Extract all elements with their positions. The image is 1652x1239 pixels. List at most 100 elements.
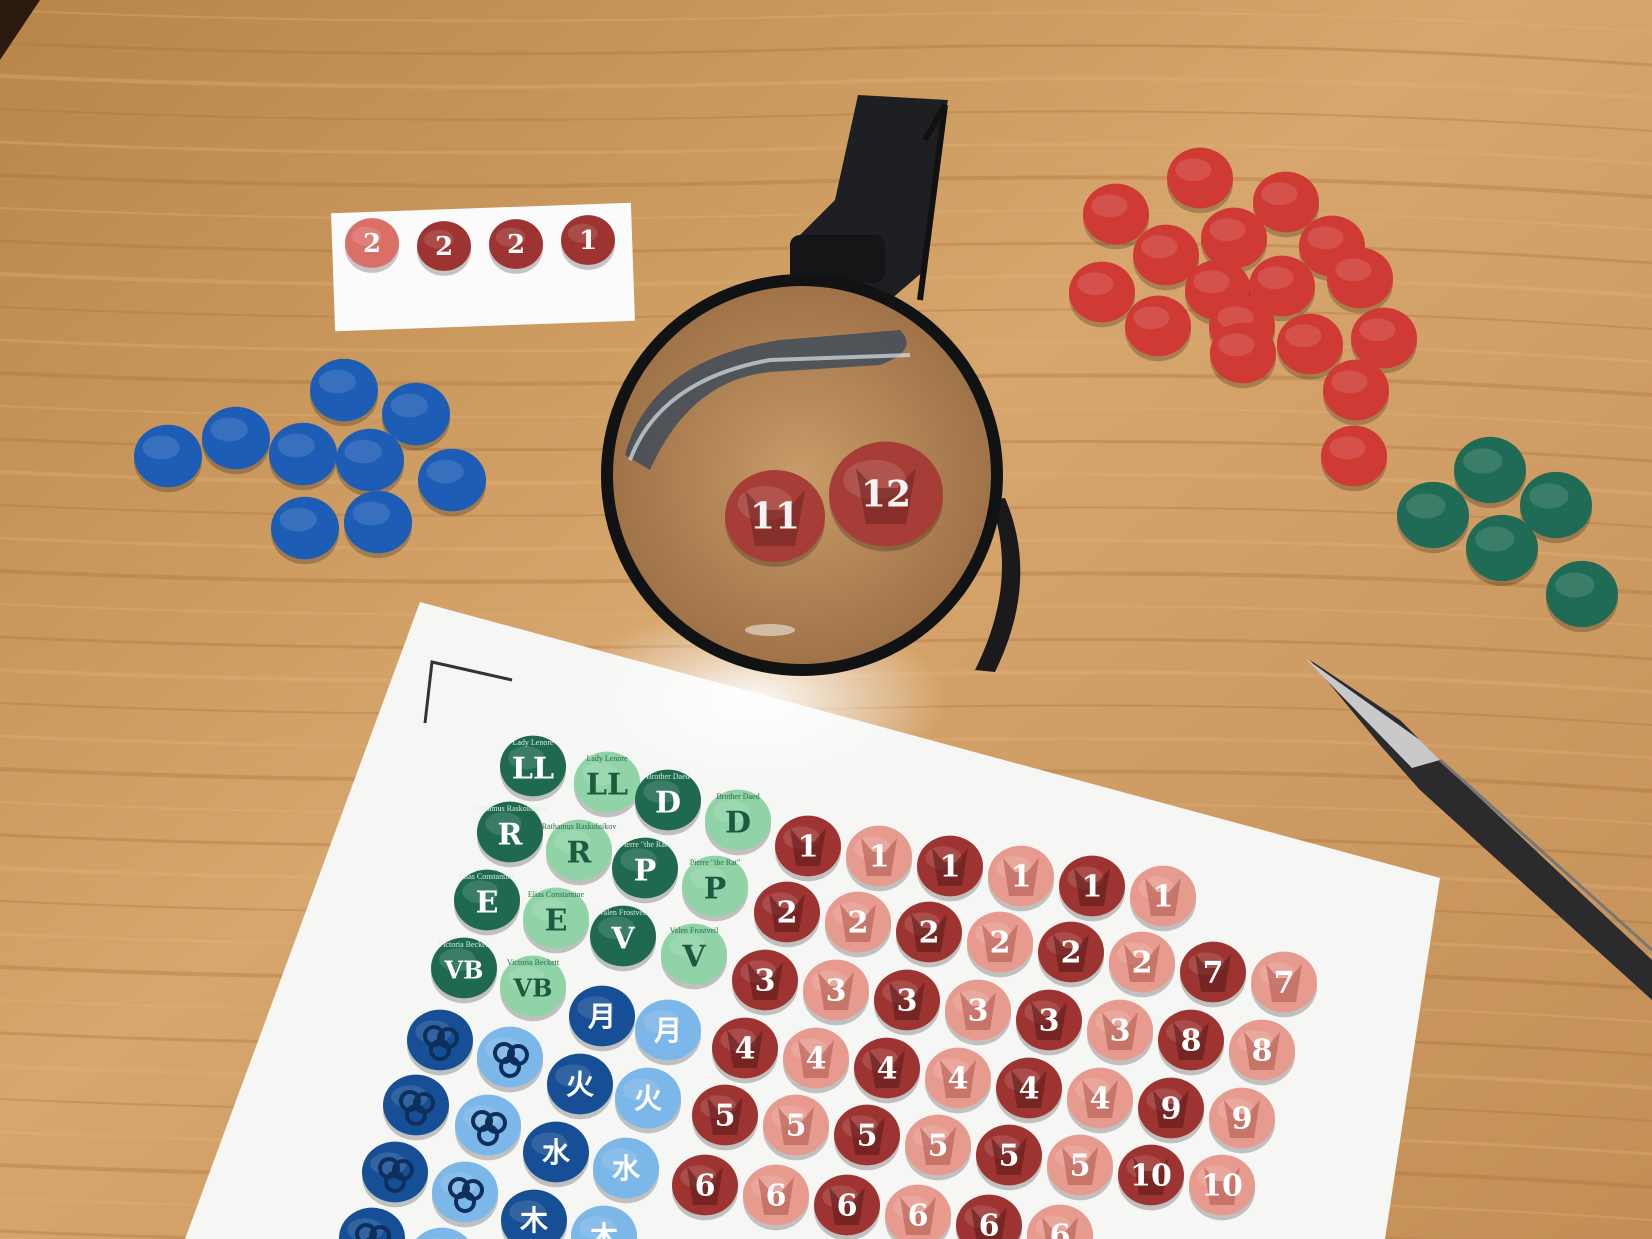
- red-sticker: 1: [1130, 865, 1196, 932]
- red-sticker-label: 6: [766, 1179, 787, 1214]
- red-sticker-label: 2: [1061, 936, 1082, 971]
- blue-sticker: [455, 1094, 521, 1161]
- red-sticker: 2: [1038, 921, 1104, 988]
- red-sticker-label: 2: [777, 896, 798, 931]
- blue-token: [344, 490, 412, 559]
- red-sticker-label: 7: [1274, 966, 1295, 1001]
- red-token: [1327, 247, 1393, 314]
- blue-sticker-label: 木: [519, 1204, 548, 1237]
- red-sticker: 4: [712, 1017, 778, 1084]
- red-sticker: 1: [988, 845, 1054, 912]
- red-sticker: 2: [1109, 931, 1175, 998]
- red-sticker-label: 5: [715, 1099, 736, 1134]
- blue-sticker: 月: [569, 985, 635, 1052]
- blue-sticker-label: 月: [587, 1000, 616, 1033]
- red-sticker-label: 7: [1203, 956, 1224, 991]
- red-sticker-label: 6: [908, 1199, 929, 1234]
- green-sticker-name: Lady Lenore: [586, 754, 628, 763]
- green-sticker-name: Brother Daed: [716, 792, 759, 801]
- blue-sticker-label: 火: [566, 1068, 594, 1101]
- blue-sticker: [407, 1009, 473, 1076]
- red-sticker-label: 8: [1252, 1034, 1273, 1069]
- green-sticker-label: R: [567, 836, 593, 871]
- red-sticker: 5: [763, 1094, 829, 1161]
- green-sticker: LL Lady Lenore: [500, 735, 566, 802]
- green-sticker-label: E: [545, 904, 568, 939]
- green-sticker: VB Victoria Beckett: [431, 937, 497, 1004]
- green-sticker-label: R: [498, 818, 524, 853]
- red-sticker: 8: [1229, 1019, 1295, 1086]
- blue-token: [202, 406, 270, 475]
- green-sticker-name: Brother Daed: [646, 772, 689, 781]
- blue-sticker-label: 水: [542, 1136, 571, 1169]
- green-sticker-label: LL: [512, 752, 554, 787]
- blue-sticker: [362, 1141, 428, 1208]
- green-sticker: P Pierre "the Rat": [682, 855, 748, 922]
- green-sticker-label: D: [725, 806, 751, 841]
- lens-token-label: 11: [750, 496, 800, 538]
- green-sticker-label: V: [681, 940, 706, 975]
- green-sticker: V Valen Frostveil: [590, 905, 656, 972]
- red-sticker: 6: [814, 1174, 880, 1239]
- red-sticker: 5: [692, 1084, 758, 1151]
- green-sticker: P Pierre "the Rat": [612, 837, 678, 904]
- blue-sticker: [432, 1161, 498, 1228]
- green-token: [1466, 514, 1538, 587]
- red-sticker: 4: [854, 1037, 920, 1104]
- red-sticker-label: 6: [979, 1209, 1000, 1239]
- red-sticker-label: 2: [919, 916, 940, 951]
- red-sticker-label: 10: [1201, 1169, 1243, 1204]
- green-sticker: LL Lady Lenore: [574, 751, 640, 818]
- strip-sticker-label: 2: [507, 230, 525, 260]
- red-sticker-label: 3: [968, 994, 989, 1029]
- green-token: [1397, 481, 1469, 554]
- blue-sticker: 月: [635, 999, 701, 1066]
- blue-sticker-label: 火: [634, 1082, 662, 1115]
- red-sticker: 7: [1251, 951, 1317, 1018]
- green-sticker-label: P: [704, 872, 727, 907]
- strip-sticker: 2: [417, 221, 471, 276]
- green-sticker-name: Rathamus Raskolnikov: [473, 804, 547, 813]
- red-sticker-label: 2: [990, 926, 1011, 961]
- red-sticker: 5: [905, 1114, 971, 1181]
- red-sticker: 10: [1189, 1154, 1255, 1221]
- red-sticker: 1: [1059, 855, 1125, 922]
- red-sticker-label: 3: [897, 984, 918, 1019]
- green-sticker: E Elias Constantine: [523, 887, 589, 954]
- red-sticker-label: 1: [1153, 880, 1174, 915]
- blue-sticker-label: 月: [653, 1014, 682, 1047]
- blue-token: [271, 496, 339, 565]
- green-sticker-name: Pierre "the Rat": [620, 840, 671, 849]
- red-token: [1321, 425, 1387, 492]
- red-sticker: 9: [1138, 1077, 1204, 1144]
- red-sticker-label: 2: [848, 906, 869, 941]
- green-sticker-name: Valen Frostveil: [599, 908, 648, 917]
- red-sticker: 1: [917, 835, 983, 902]
- green-sticker-label: V: [610, 922, 635, 957]
- red-sticker-label: 4: [877, 1052, 898, 1087]
- blue-sticker: 水: [523, 1121, 589, 1188]
- red-sticker-label: 4: [735, 1032, 756, 1067]
- red-sticker: 3: [1016, 989, 1082, 1056]
- red-sticker: 3: [732, 949, 798, 1016]
- red-sticker: 6: [743, 1164, 809, 1231]
- red-sticker-label: 6: [695, 1169, 716, 1204]
- red-token: [1125, 295, 1191, 362]
- strip-sticker-label: 2: [363, 229, 381, 259]
- blue-token: [269, 422, 337, 491]
- red-sticker: 2: [896, 901, 962, 968]
- blue-token: [134, 424, 202, 493]
- red-sticker: 1: [846, 825, 912, 892]
- red-sticker: 10: [1118, 1144, 1184, 1211]
- strip-sticker: 2: [489, 219, 543, 274]
- red-sticker: 3: [874, 969, 940, 1036]
- green-sticker-name: Lady Lenore: [512, 738, 554, 747]
- red-sticker: 4: [996, 1057, 1062, 1124]
- green-sticker-name: Victoria Beckett: [507, 958, 560, 967]
- red-sticker-label: 1: [1011, 860, 1032, 895]
- strip-sticker-label: 1: [579, 226, 597, 256]
- red-sticker-label: 8: [1181, 1024, 1202, 1059]
- red-sticker: 3: [803, 959, 869, 1026]
- red-sticker: 2: [825, 891, 891, 958]
- red-sticker: 4: [783, 1027, 849, 1094]
